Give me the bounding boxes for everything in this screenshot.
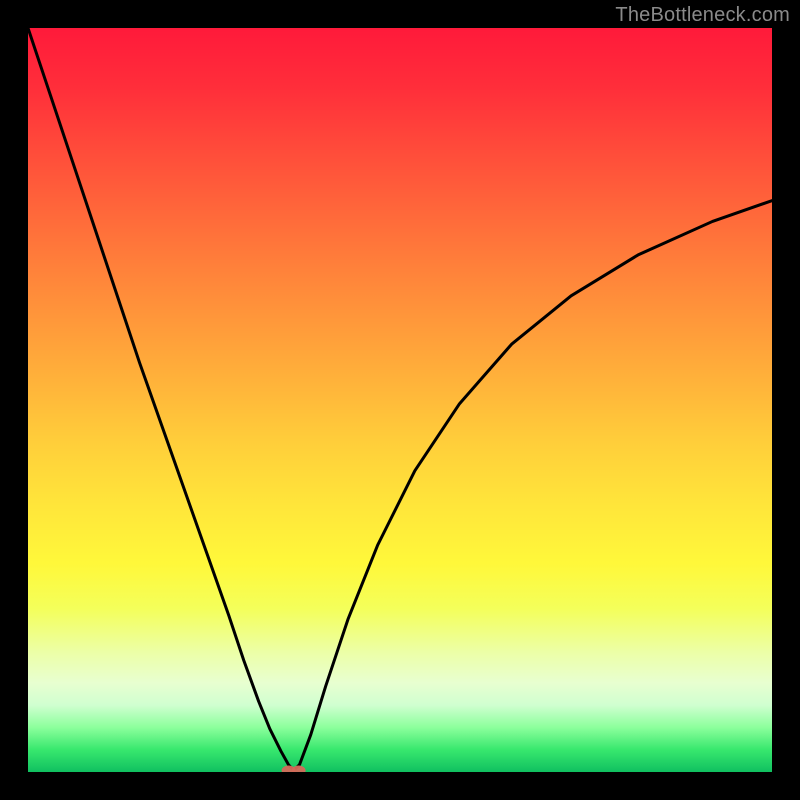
minimum-marker [292, 766, 306, 772]
chart-frame: TheBottleneck.com [0, 0, 800, 800]
plot-area [28, 28, 772, 772]
watermark-text: TheBottleneck.com [615, 4, 790, 27]
bottleneck-curve [28, 28, 772, 772]
